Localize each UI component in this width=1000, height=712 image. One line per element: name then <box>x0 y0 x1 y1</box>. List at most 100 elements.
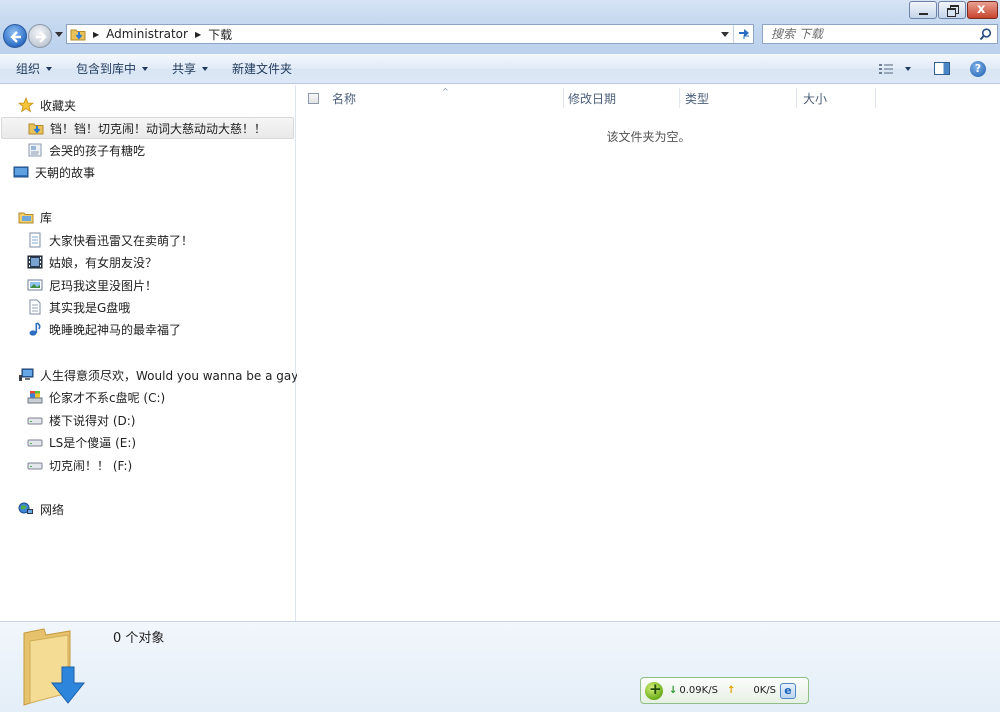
refresh-icon[interactable] <box>733 25 753 43</box>
nav-drive-d[interactable]: 楼下说得对 (D:) <box>27 409 135 431</box>
forward-button[interactable] <box>28 24 52 48</box>
nav-favorite-label: 会哭的孩子有糖吃 <box>49 143 146 158</box>
nav-library-label: 其实我是G盘哦 <box>49 300 131 315</box>
nav-library-item[interactable]: 晚睡晚起神马的最幸福了 <box>27 318 181 340</box>
nav-computer-label: 人生得意须尽欢，Would you wanna be a gay <box>40 368 299 383</box>
sort-ascending-icon: ^ <box>442 87 449 96</box>
share-button[interactable]: 共享 <box>164 58 216 80</box>
include-in-library-label: 包含到库中 <box>76 62 137 76</box>
nav-library-label: 尼玛我这里没图片！ <box>49 278 158 293</box>
nav-drive-f[interactable]: 切克闹！！ (F:) <box>27 454 132 476</box>
computer-icon <box>18 367 34 383</box>
accelerator-logo-icon <box>645 680 663 700</box>
nav-network-label: 网络 <box>40 502 65 517</box>
arrow-right-icon <box>36 31 47 43</box>
nav-library-item[interactable]: 姑娘，有女朋友没？ <box>27 251 157 273</box>
crumb-separator-icon: ▶ <box>194 29 202 39</box>
organize-label: 组织 <box>16 62 41 76</box>
nav-favorite-item[interactable]: 天朝的故事 <box>13 161 95 183</box>
item-count: 0 个对象 <box>113 631 165 646</box>
download-speed-widget[interactable]: ↓ 0.09K/S ↑ 0K/S e <box>640 677 809 704</box>
new-folder-label: 新建文件夹 <box>232 62 293 76</box>
breadcrumb-downloads[interactable]: 下载 <box>208 26 232 43</box>
nav-library-label: 姑娘，有女朋友没？ <box>49 255 158 270</box>
select-all-checkbox[interactable] <box>308 92 319 104</box>
nav-favorite-item[interactable]: 会哭的孩子有糖吃 <box>27 139 145 161</box>
column-header-type[interactable]: 类型 <box>685 88 795 108</box>
nav-library-label: 大家快看迅雷又在卖萌了！ <box>49 233 194 248</box>
column-type-label: 类型 <box>685 91 710 106</box>
include-in-library-button[interactable]: 包含到库中 <box>68 58 156 80</box>
column-header-modified[interactable]: 修改日期 <box>568 88 678 108</box>
nav-favorites-label: 收藏夹 <box>40 98 77 113</box>
address-dropdown-icon[interactable] <box>721 32 729 37</box>
column-name-label: 名称 <box>332 91 357 106</box>
desktop-icon <box>13 164 29 180</box>
video-icon <box>27 254 43 270</box>
nav-library-item[interactable]: 尼玛我这里没图片！ <box>27 274 157 296</box>
drive-icon <box>27 434 43 450</box>
column-modified-label: 修改日期 <box>568 91 617 106</box>
download-folder-icon <box>28 120 44 136</box>
drive-icon <box>27 412 43 428</box>
nav-drive-e[interactable]: LS是个傻逼 (E:) <box>27 431 136 453</box>
column-divider[interactable] <box>679 88 680 108</box>
nav-drive-label: 切克闹！！ (F:) <box>49 458 133 473</box>
nav-library-item[interactable]: 其实我是G盘哦 <box>27 296 130 318</box>
chevron-down-icon <box>46 66 53 71</box>
column-header-name[interactable]: 名称 ^ <box>308 87 562 108</box>
nav-network[interactable]: 网络 <box>18 498 64 520</box>
network-icon <box>18 501 34 517</box>
help-icon[interactable]: ? <box>970 61 986 77</box>
crumb-separator-icon: ▶ <box>93 29 100 39</box>
nav-drive-label: 楼下说得对 (D:) <box>49 413 136 428</box>
pictures-icon <box>27 277 43 293</box>
search-input[interactable] <box>771 25 971 43</box>
music-icon <box>27 321 43 337</box>
views-dropdown-icon[interactable] <box>905 67 911 71</box>
recent-pages-dropdown[interactable] <box>55 32 63 37</box>
file-list-pane: 名称 ^ 修改日期 类型 大小 该文件夹为空。 <box>297 85 1000 621</box>
document-icon <box>27 299 43 315</box>
upload-speed: 0K/S <box>753 685 776 696</box>
nav-drive-c[interactable]: 伦家才不系c盘呢 (C:) <box>27 386 165 408</box>
new-folder-button[interactable]: 新建文件夹 <box>224 58 300 80</box>
nav-drive-label: LS是个傻逼 (E:) <box>49 435 137 450</box>
browser-icon[interactable]: e <box>779 682 796 699</box>
nav-favorites[interactable]: 收藏夹 <box>17 94 77 116</box>
organize-button[interactable]: 组织 <box>8 58 60 80</box>
restore-icon[interactable] <box>938 1 966 19</box>
column-header-size[interactable]: 大小 <box>803 88 873 108</box>
column-divider[interactable] <box>796 88 797 108</box>
nav-favorite-label: 铛！铛！切克闹！动词大慈动动大慈！！ <box>50 121 267 136</box>
views-icon[interactable] <box>879 63 893 75</box>
empty-folder-message: 该文件夹为空。 <box>606 130 691 144</box>
close-icon[interactable]: x <box>967 1 998 19</box>
search-box[interactable] <box>762 24 998 44</box>
download-speed: 0.09K/S <box>679 685 718 696</box>
nav-library-item[interactable]: 大家快看迅雷又在卖萌了！ <box>27 229 193 251</box>
column-divider[interactable] <box>875 88 876 108</box>
star-icon <box>17 96 35 113</box>
nav-favorite-label: 天朝的故事 <box>35 165 96 180</box>
column-divider[interactable] <box>563 88 564 108</box>
system-drive-icon <box>27 389 43 405</box>
back-button[interactable] <box>3 24 27 48</box>
nav-favorite-item[interactable]: 铛！铛！切克闹！动词大慈动动大慈！！ <box>1 117 294 139</box>
nav-libraries-label: 库 <box>40 210 53 225</box>
nav-drive-label: 伦家才不系c盘呢 (C:) <box>49 390 166 405</box>
download-arrow-icon: ↓ <box>669 685 678 696</box>
nav-computer[interactable]: 人生得意须尽欢，Would you wanna be a gay <box>18 364 298 386</box>
upload-arrow-icon: ↑ <box>726 685 736 696</box>
breadcrumb-administrator[interactable]: Administrator <box>106 27 188 41</box>
recent-places-icon <box>27 142 43 158</box>
share-label: 共享 <box>172 62 197 76</box>
column-size-label: 大小 <box>803 91 828 106</box>
minimize-icon[interactable] <box>909 1 937 19</box>
arrow-left-icon <box>10 31 21 43</box>
preview-pane-icon[interactable] <box>934 62 950 75</box>
nav-libraries[interactable]: 库 <box>18 206 52 228</box>
address-bar[interactable]: ▶ Administrator ▶ 下载 <box>66 24 754 44</box>
chevron-down-icon <box>142 66 149 71</box>
search-icon[interactable] <box>979 28 992 44</box>
